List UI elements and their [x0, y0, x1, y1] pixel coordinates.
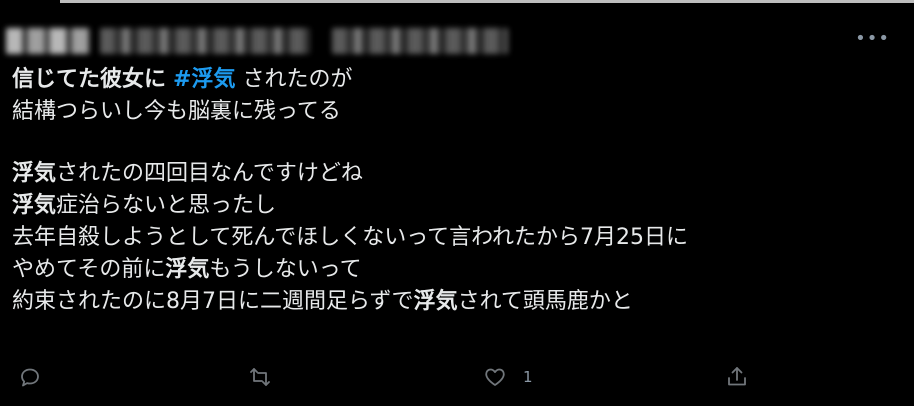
text: 約束されたのに8月7日に二週間足らずで	[12, 289, 414, 314]
share-button[interactable]	[725, 362, 749, 392]
retweet-icon	[250, 368, 270, 386]
tweet-line: 信じてた彼女に #浮気 されたのが	[12, 64, 902, 96]
tweet-line: 浮気されたの四回目なんですけどね	[12, 158, 902, 190]
share-icon	[728, 367, 746, 386]
text: 去年自殺しようとして死んでほしくないって言われたから7月25日に	[12, 225, 689, 250]
author-handle-redacted[interactable]	[100, 28, 310, 54]
text: されたのが	[242, 67, 353, 92]
more-options-button[interactable]: •••	[855, 30, 890, 48]
like-count: 1	[523, 368, 533, 386]
heart-icon	[485, 368, 505, 386]
like-button[interactable]: 1	[483, 362, 533, 392]
text-bold: 信じてた彼女に	[12, 67, 167, 92]
text: もうしないって	[209, 257, 362, 282]
hashtag-link[interactable]: #浮気	[173, 67, 235, 92]
text: されて頭馬鹿かと	[457, 289, 633, 314]
tweet-line: 結構つらいし今も脳裏に残ってる	[12, 96, 902, 128]
reply-icon	[21, 368, 39, 387]
text-bold: 浮気	[12, 161, 57, 186]
text: 結構つらいし今も脳裏に残ってる	[12, 99, 341, 124]
tweet-line: 去年自殺しようとして死んでほしくないって言われたから7月25日に	[12, 222, 902, 254]
text-bold: 浮気	[413, 289, 458, 314]
tweet-header: •••	[0, 22, 914, 58]
author-name-redacted[interactable]	[6, 28, 90, 54]
tweet-text: 信じてた彼女に #浮気 されたのが 結構つらいし今も脳裏に残ってる 浮気されたの…	[12, 64, 902, 318]
retweet-button[interactable]	[248, 362, 272, 392]
tweet-line: 約束されたのに8月7日に二週間足らずで浮気されて頭馬鹿かと	[12, 286, 902, 318]
text: やめてその前に	[12, 257, 166, 282]
text: されたの四回目なんですけどね	[56, 161, 363, 186]
action-bar: 1	[0, 362, 914, 394]
tweet-card: ••• 信じてた彼女に #浮気 されたのが 結構つらいし今も脳裏に残ってる 浮気…	[0, 0, 914, 406]
timestamp-redacted[interactable]	[332, 28, 508, 54]
text-bold: 浮気	[12, 193, 57, 218]
tweet-line: やめてその前に浮気もうしないって	[12, 254, 902, 286]
text-bold: 浮気	[165, 257, 210, 282]
text: 症治らないと思ったし	[56, 193, 277, 218]
reply-button[interactable]	[18, 362, 42, 392]
tweet-line: 浮気症治らないと思ったし	[12, 190, 902, 222]
divider	[60, 0, 914, 3]
